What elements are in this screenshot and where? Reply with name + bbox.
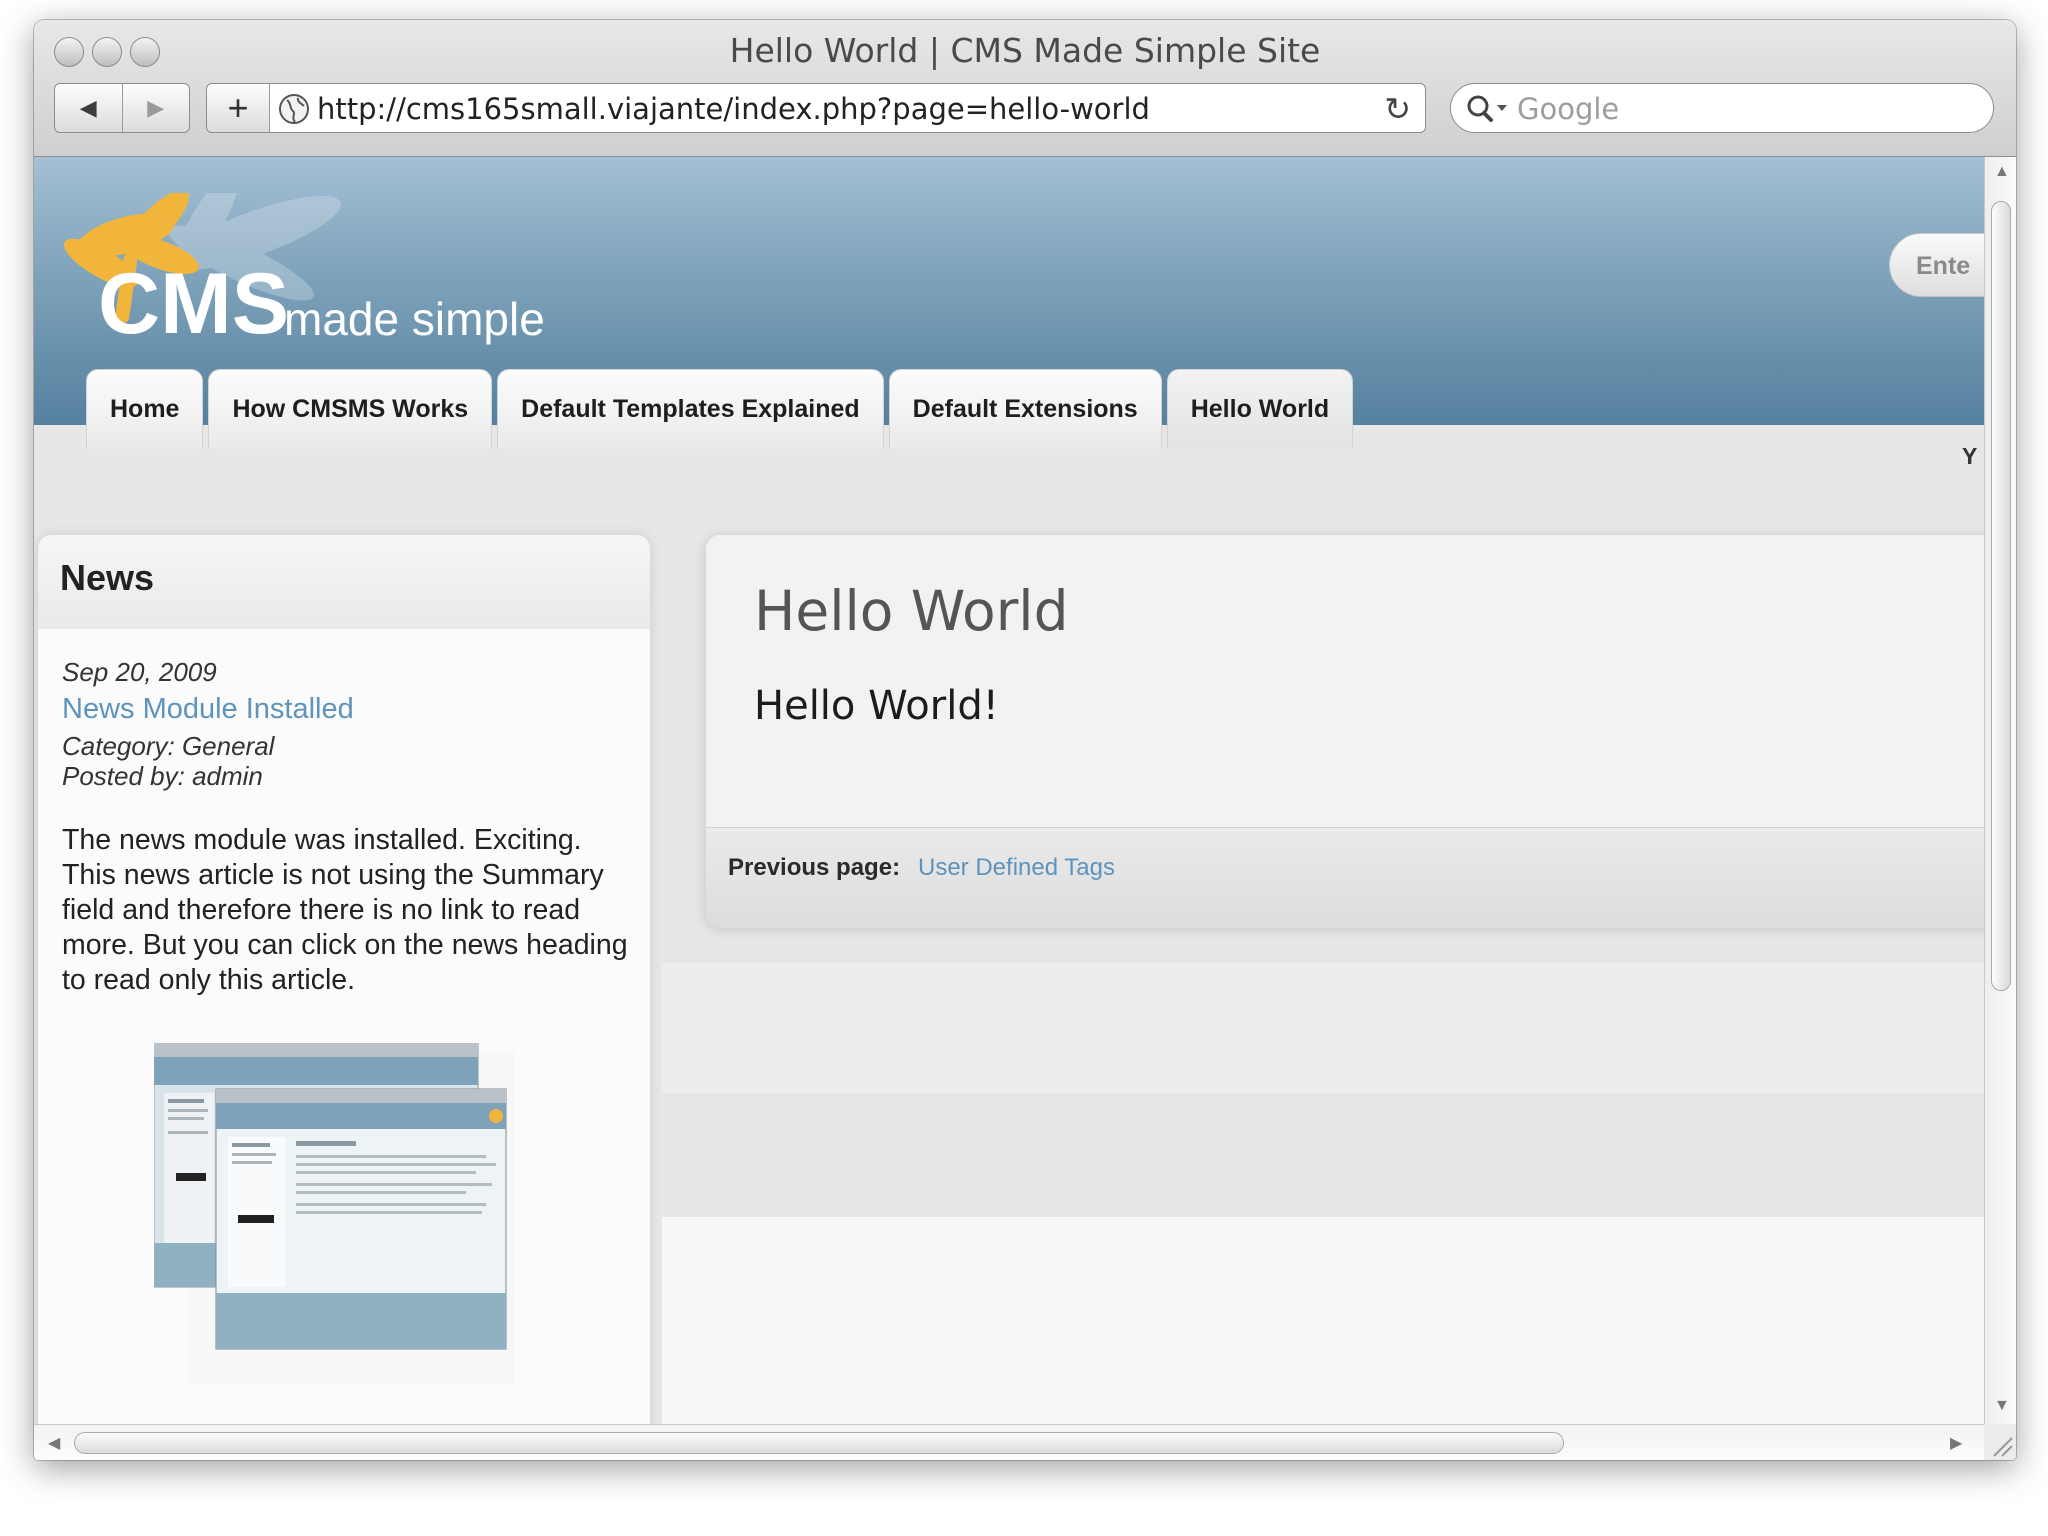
browser-search-field[interactable]: Google bbox=[1450, 83, 1994, 133]
scroll-left-arrow-icon[interactable]: ◀ bbox=[48, 1433, 60, 1453]
content-band bbox=[662, 963, 1984, 1093]
news-category: Category: General bbox=[62, 731, 275, 761]
site-header: CMS made simple Ente Home How CMSMS Work… bbox=[34, 157, 1984, 449]
tab-default-templates-explained[interactable]: Default Templates Explained bbox=[497, 369, 884, 449]
tab-how-cmsms-works[interactable]: How CMSMS Works bbox=[208, 369, 493, 449]
browser-window: Hello World | CMS Made Simple Site ◀ ▶ +… bbox=[34, 20, 2016, 1460]
vertical-scrollbar[interactable]: ▲ ▼ bbox=[1984, 157, 2016, 1424]
forward-button[interactable]: ▶ bbox=[121, 84, 190, 132]
reload-icon[interactable]: ↻ bbox=[1384, 90, 1411, 128]
news-posted-by: Posted by: admin bbox=[62, 761, 263, 791]
previous-page-link[interactable]: User Defined Tags bbox=[918, 854, 1115, 882]
site-search-input[interactable]: Ente bbox=[1889, 233, 1984, 297]
logo-text: CMS bbox=[98, 256, 289, 352]
resize-grip-icon[interactable] bbox=[1984, 1424, 2016, 1460]
previous-page-bar: Previous page: User Defined Tags bbox=[706, 827, 1984, 928]
globe-icon bbox=[279, 94, 309, 124]
news-article-link[interactable]: News Module Installed bbox=[62, 693, 354, 726]
logo-tagline: made simple bbox=[284, 293, 545, 345]
url-text[interactable]: http://cms165small.viajante/index.php?pa… bbox=[317, 92, 1150, 126]
horizontal-scroll-thumb[interactable] bbox=[74, 1432, 1564, 1454]
news-heading: News bbox=[60, 557, 155, 598]
back-button[interactable]: ◀ bbox=[55, 84, 122, 132]
news-body: The news module was installed. Exciting.… bbox=[62, 824, 628, 996]
page-viewport: CMS made simple Ente Home How CMSMS Work… bbox=[34, 157, 1984, 1424]
page-title: Hello World bbox=[754, 579, 1069, 643]
site-search-text: Ente bbox=[1916, 252, 1971, 280]
scroll-right-arrow-icon[interactable]: ▶ bbox=[1950, 1433, 1962, 1453]
scroll-down-arrow-icon[interactable]: ▼ bbox=[1994, 1397, 2010, 1415]
window-title: Hello World | CMS Made Simple Site bbox=[729, 31, 1321, 70]
tab-default-extensions[interactable]: Default Extensions bbox=[888, 369, 1162, 449]
content-band bbox=[662, 1217, 1984, 1424]
tab-hello-world[interactable]: Hello World bbox=[1166, 369, 1354, 449]
news-date: Sep 20, 2009 bbox=[62, 657, 217, 687]
address-bar[interactable]: + http://cms165small.viajante/index.php?… bbox=[206, 83, 1426, 133]
add-bookmark-button[interactable]: + bbox=[207, 84, 270, 132]
news-screenshot-image bbox=[154, 1043, 514, 1383]
previous-page-label: Previous page: bbox=[728, 854, 901, 881]
main-navigation: Home How CMSMS Works Default Templates E… bbox=[86, 369, 1358, 449]
news-sidebar: News Sep 20, 2009 News Module Installed … bbox=[38, 535, 650, 1424]
horizontal-scrollbar[interactable]: ◀ ▶ bbox=[34, 1424, 1984, 1460]
scroll-up-arrow-icon[interactable]: ▲ bbox=[1994, 163, 2010, 181]
history-nav: ◀ ▶ bbox=[54, 83, 190, 133]
magnifier-icon[interactable] bbox=[1465, 92, 1511, 126]
main-content-panel: Hello World Hello World! Previous page: … bbox=[706, 535, 1984, 928]
search-placeholder: Google bbox=[1517, 92, 1620, 126]
browser-toolbar: Hello World | CMS Made Simple Site ◀ ▶ +… bbox=[34, 20, 2016, 157]
cms-logo[interactable]: CMS made simple bbox=[56, 193, 616, 373]
page-content: Hello World! bbox=[754, 683, 999, 729]
tab-home[interactable]: Home bbox=[86, 369, 204, 449]
clipped-text: Y bbox=[1962, 443, 1978, 469]
vertical-scroll-thumb[interactable] bbox=[1991, 201, 2011, 991]
